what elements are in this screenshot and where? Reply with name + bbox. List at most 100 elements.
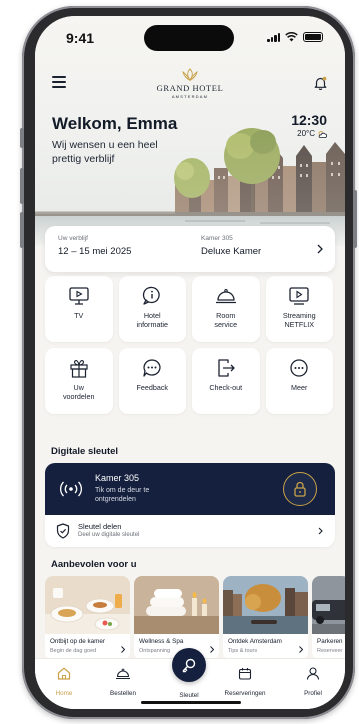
cellular-signal-icon [267,32,280,42]
partly-cloudy-icon [318,130,327,138]
digital-key-title: Digitale sleutel [51,446,119,457]
volume-down-button [20,212,24,248]
rec-subtitle: Begin de dag goed [50,648,97,654]
tile-check-out[interactable]: Check-out [192,348,260,414]
nfc-signal-icon [59,481,83,497]
tile-label: Meer [291,383,308,392]
tab-key-label: Sleutel [179,692,199,699]
chevron-right-icon [210,646,214,653]
rec-title: Parkeren [317,638,343,645]
tile-label: Uw voordelen [62,383,95,401]
stay-card[interactable]: Uw verblijf 12 – 15 mei 2025 Kamer 305 D… [45,226,335,272]
dynamic-island [144,25,234,51]
stay-label: Uw verblijf [58,235,88,242]
tile-more[interactable]: Meer [265,348,333,414]
key-description: Tik om de deur te ontgrendelen [95,487,150,503]
recommendations-carousel[interactable]: Ontbijt op de kamer Begin de dag goed We… [45,576,345,660]
info-icon [143,286,160,305]
home-indicator [141,701,241,704]
tile-label: Streaming NETFLIX [282,311,316,329]
key-room: Kamer 305 [95,473,140,483]
canal-image [223,576,308,634]
cloche-icon [215,289,236,304]
crown-logo-icon [182,68,198,81]
tile-room-service[interactable]: Room service [192,276,260,342]
temperature: 20°C [297,129,315,138]
clock-widget: 12:30 20°C [291,112,327,138]
power-button [353,190,357,248]
rec-card-amsterdam[interactable]: Ontdek Amsterdam Tips & tours [223,576,308,660]
tile-hotel-info[interactable]: Hotel informatie [118,276,186,342]
breakfast-image [45,576,130,634]
tile-label: Feedback [136,383,169,392]
tile-streaming[interactable]: Streaming NETFLIX [265,276,333,342]
brand-city: AMSTERDAM [171,94,209,99]
tv-icon [69,287,89,305]
app-header: GRAND HOTEL AMSTERDAM [35,66,345,106]
door-exit-icon [218,359,235,377]
chevron-right-icon [299,646,303,653]
tab-label: Bestellen [110,690,136,697]
tab-home[interactable]: Home [39,667,89,697]
tab-profile[interactable]: Profiel [288,667,338,697]
tile-label: Hotel informatie [136,311,169,329]
action-button [20,128,24,148]
gift-icon [70,360,88,378]
rec-subtitle: Reserveer [317,648,343,654]
room-label: Kamer 305 [201,235,233,242]
rec-title: Ontbijt op de kamer [50,638,105,645]
tile-feedback[interactable]: Feedback [118,348,186,414]
home-icon [57,667,71,680]
chevron-right-icon [318,527,323,535]
tile-tv[interactable]: TV [45,276,113,342]
volume-up-button [20,168,24,204]
rec-subtitle: Tips & tours [228,648,258,654]
welcome-section: Welkom, Emma Wij wensen u een heel prett… [52,114,177,166]
tab-label: Home [55,690,73,697]
share-key-subtitle: Deel uw digitale sleutel [78,532,140,538]
rec-card-wellness[interactable]: Wellness & Spa Ontspanning [134,576,219,660]
wifi-icon [285,32,298,42]
unlock-button[interactable] [283,472,317,506]
rec-card-parking[interactable]: Parkeren Reserveer [312,576,345,660]
services-grid: TV Hotel informatie Room service Streami… [45,276,335,414]
chat-icon [143,359,161,377]
key-icon [182,658,196,673]
tab-label: Reserveringen [224,690,266,697]
app-screen: 9:41 GRAND HOTEL AMSTERDAM Welkom, Emma … [35,16,345,709]
battery-icon [303,32,323,42]
key-fab-button[interactable] [172,648,206,682]
clock-time: 12:30 [291,112,327,128]
rec-subtitle: Ontspanning [139,648,171,654]
share-key-row[interactable]: Sleutel delen Deel uw digitale sleutel [45,515,335,547]
brand-name: GRAND HOTEL [156,83,224,93]
rec-card-breakfast[interactable]: Ontbijt op de kamer Begin de dag goed [45,576,130,660]
more-icon [290,359,308,377]
rec-title: Ontdek Amsterdam [228,638,282,645]
user-icon [306,667,320,680]
tab-order[interactable]: Bestellen [98,667,148,697]
room-type: Deluxe Kamer [201,246,262,257]
share-key-title: Sleutel delen [78,522,122,531]
tile-label: Check-out [209,383,243,392]
tile-label: TV [74,311,84,320]
status-time: 9:41 [66,30,95,46]
shield-check-icon [56,523,70,539]
lock-icon [294,481,306,497]
digital-key-card[interactable]: Kamer 305 Tik om de deur te ontgrendelen [45,463,335,515]
hotel-logo: GRAND HOTEL AMSTERDAM [35,68,345,99]
spa-image [134,576,219,634]
welcome-title: Welkom, Emma [52,114,178,133]
rec-title: Wellness & Spa [139,638,184,645]
tab-label: Profiel [304,690,322,697]
chevron-right-icon [317,244,323,254]
tile-benefits[interactable]: Uw voordelen [45,348,113,414]
notification-bell-icon[interactable] [314,76,327,90]
chevron-right-icon [121,646,125,653]
calendar-icon [238,668,252,680]
tab-reservations[interactable]: Reserveringen [220,667,270,697]
cloche-icon [116,668,130,680]
parking-image [312,576,345,634]
welcome-subtitle: Wij wensen u een heel prettig verblijf [52,139,158,165]
recommendations-title: Aanbevolen voor u [51,559,137,570]
